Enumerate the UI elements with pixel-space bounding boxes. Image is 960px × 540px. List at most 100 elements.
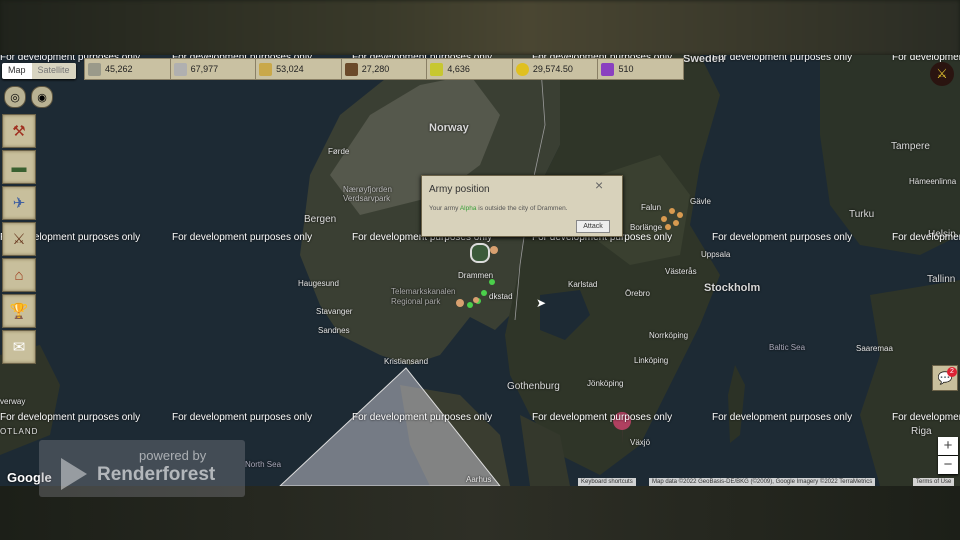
label-regional: Regional park — [391, 297, 441, 306]
artillery-icon: ⚒ — [12, 123, 26, 140]
label-dokstad: dkstad — [489, 292, 513, 301]
crossed-swords-icon[interactable]: ⚔ — [930, 62, 954, 86]
renderforest-watermark: powered by Renderforest — [39, 440, 245, 497]
tank-button[interactable]: ▬ — [2, 150, 36, 184]
resource-stone: 45,262 — [85, 59, 171, 79]
label-karlstad: Karlstad — [568, 280, 598, 289]
resource-iron: 67,977 — [171, 59, 257, 79]
base-icon: ⌂ — [14, 266, 24, 284]
label-norrkoping: Norrköping — [649, 331, 689, 340]
label-turku: Turku — [849, 209, 875, 220]
units-button[interactable]: ⚔ — [2, 222, 36, 256]
mail-button[interactable]: ✉ — [2, 330, 36, 364]
map-type-control: Map Satellite — [2, 63, 76, 79]
label-jonkoping: Jönköping — [587, 379, 624, 388]
gem-icon — [601, 62, 615, 76]
world-icon: ◉ — [37, 91, 47, 104]
label-telemark: Telemarkskanalen — [391, 287, 456, 296]
dev-watermark: For development purposes only — [172, 412, 313, 423]
dev-watermark: For development purposes only — [712, 412, 853, 423]
label-orebro: Örebro — [625, 289, 650, 298]
map-data-attribution: Map data ©2022 GeoBasis-DE/BKG (©2009), … — [649, 478, 876, 486]
zoom-in-button[interactable]: + — [938, 437, 958, 455]
label-baltic-sea: Baltic Sea — [769, 343, 806, 352]
resource-gold: 29,574.50 — [513, 59, 599, 79]
chat-badge: 2 — [947, 367, 957, 377]
label-hameenlinna: Hämeenlinna — [909, 177, 957, 186]
video-background-top — [0, 0, 960, 55]
resource-oil: 27,280 — [342, 59, 428, 79]
popup-message: Your army Alpha is outside the city of D… — [429, 205, 568, 212]
army-marker[interactable] — [470, 243, 490, 263]
dev-watermark: For development purposes only — [0, 412, 141, 423]
label-north-sea: North Sea — [245, 460, 282, 469]
oil-icon — [344, 62, 358, 76]
cannon-icon: ⚔ — [12, 231, 26, 248]
label-haugesund: Haugesund — [298, 279, 339, 288]
army-position-popup: Army position × Your army Alpha is outsi… — [421, 175, 623, 237]
label-nordfjord: Nærøyfjorden Verdsarvpark — [343, 185, 392, 203]
label-gothenburg: Gothenburg — [507, 381, 560, 392]
label-forde: Førde — [328, 147, 350, 156]
label-borlange: Borlänge — [630, 223, 663, 232]
label-verway: verway — [0, 397, 26, 406]
uranium-icon — [430, 62, 444, 76]
dev-watermark: For development purposes only — [172, 232, 313, 243]
label-aarhus: Aarhus — [466, 475, 492, 484]
mail-icon: ✉ — [12, 339, 26, 356]
label-tallinn: Tallinn — [927, 274, 956, 285]
label-tampere: Tampere — [891, 141, 930, 152]
close-icon[interactable]: × — [595, 177, 603, 193]
zoom-out-button[interactable]: − — [938, 456, 958, 474]
artillery-button[interactable]: ⚒ — [2, 114, 36, 148]
tank-icon: ▬ — [11, 158, 27, 176]
label-bergen: Bergen — [304, 214, 337, 225]
label-vaxjo: Växjö — [630, 438, 651, 447]
label-uppsala: Uppsala — [701, 250, 731, 259]
label-stockholm: Stockholm — [704, 282, 761, 294]
stone-icon — [88, 62, 101, 76]
attack-button[interactable]: Attack — [576, 220, 610, 233]
globe-icon: ◎ — [10, 91, 20, 104]
aircraft-icon: ✈ — [12, 195, 26, 212]
base-button[interactable]: ⌂ — [2, 258, 36, 292]
map-type-map-button[interactable]: Map — [2, 63, 32, 79]
resource-wood: 53,024 — [256, 59, 342, 79]
popup-title: Army position — [429, 184, 490, 195]
dev-watermark: For development purposes only — [892, 55, 960, 63]
label-gavle: Gävle — [690, 197, 711, 206]
keyboard-shortcuts-link[interactable]: Keyboard shortcuts — [578, 478, 636, 486]
globe-button[interactable]: ◎ — [4, 86, 26, 108]
world-button[interactable]: ◉ — [31, 86, 53, 108]
dev-watermark: For development purposes only — [712, 55, 853, 63]
trophy-icon: 🏆 — [9, 303, 29, 320]
resource-gem: 510 — [598, 59, 683, 79]
label-norway: Norway — [429, 122, 469, 134]
mouse-cursor-icon: ➤ — [536, 296, 547, 310]
label-otland: OTLAND — [0, 427, 39, 436]
label-vasteras: Västerås — [665, 267, 697, 276]
trophy-button[interactable]: 🏆 — [2, 294, 36, 328]
world-map[interactable]: Norway Sweden Bergen Haugesund Stavanger… — [0, 55, 960, 486]
label-saaremaa: Saaremaa — [856, 344, 893, 353]
label-riga: Riga — [911, 426, 932, 437]
play-icon — [61, 458, 87, 490]
dev-watermark: For development purposes only — [352, 412, 493, 423]
label-sandnes: Sandnes — [318, 326, 350, 335]
label-kristiansand: Kristiansand — [384, 357, 429, 366]
terms-link[interactable]: Terms of Use — [913, 478, 955, 486]
resource-uranium: 4,636 — [427, 59, 513, 79]
label-drammen: Drammen — [458, 271, 494, 280]
army-name: Alpha — [459, 205, 477, 212]
map-type-satellite-button[interactable]: Satellite — [31, 63, 76, 79]
label-linkoping: Linköping — [634, 356, 669, 365]
aircraft-button[interactable]: ✈ — [2, 186, 36, 220]
dev-watermark: For development purposes only — [712, 232, 853, 243]
resource-bar: 45,262 67,977 53,024 27,280 4,636 29,574… — [84, 58, 684, 80]
dev-watermark: For development purposes only — [892, 232, 960, 243]
gold-coin-icon — [515, 62, 529, 76]
label-falun: Falun — [641, 203, 662, 212]
dev-watermark: For development purposes only — [532, 412, 673, 423]
dev-watermark: For development purposes only — [892, 412, 960, 423]
wood-icon — [259, 62, 273, 76]
